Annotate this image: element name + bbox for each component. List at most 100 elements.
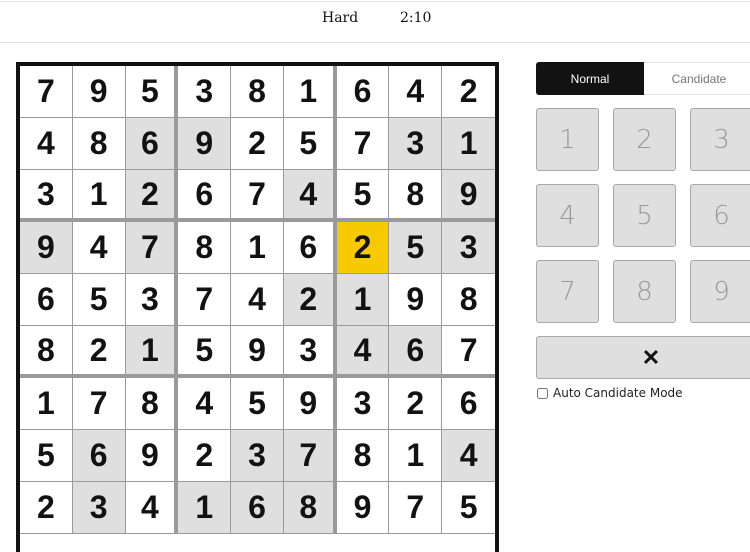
board-cell[interactable]: 8 (72, 118, 126, 170)
keypad-button-9[interactable]: 9 (690, 260, 750, 323)
board-cell[interactable]: 9 (178, 118, 232, 170)
board-cell[interactable]: 3 (336, 378, 390, 430)
board-cell[interactable]: 6 (283, 222, 337, 274)
board-cell[interactable]: 1 (389, 430, 443, 482)
board-cell[interactable]: 8 (231, 66, 284, 118)
board-cell[interactable]: 7 (231, 170, 284, 222)
board-cell[interactable]: 3 (231, 430, 284, 482)
auto-candidate-checkbox[interactable] (537, 387, 548, 399)
board-cell[interactable]: 1 (231, 222, 284, 274)
board-cell[interactable]: 3 (178, 66, 232, 118)
board-cell[interactable]: 6 (20, 274, 73, 326)
board-cell[interactable]: 9 (72, 66, 126, 118)
board-cell[interactable]: 5 (283, 118, 337, 170)
board-cell[interactable]: 3 (283, 326, 337, 378)
board-cell[interactable]: 2 (336, 222, 390, 274)
board-cell[interactable]: 7 (125, 222, 179, 274)
board-cell[interactable]: 8 (178, 222, 232, 274)
board-cell[interactable]: 8 (336, 430, 390, 482)
board-cell[interactable]: 2 (389, 378, 443, 430)
board-cell[interactable]: 9 (20, 222, 73, 274)
board-cell[interactable]: 6 (178, 170, 232, 222)
board-cell[interactable]: 7 (442, 326, 495, 378)
board-cell[interactable]: 2 (72, 326, 126, 378)
keypad-button-5[interactable]: 5 (613, 184, 676, 247)
keypad-button-8[interactable]: 8 (613, 260, 676, 323)
board-cell[interactable]: 5 (442, 482, 495, 534)
board-cell[interactable]: 4 (336, 326, 390, 378)
board-cell[interactable]: 7 (336, 118, 390, 170)
board-cell[interactable]: 1 (72, 170, 126, 222)
timer: 2:10 (400, 10, 432, 26)
board-cell[interactable]: 2 (231, 118, 284, 170)
board-cell[interactable]: 2 (125, 170, 179, 222)
board-cell[interactable]: 4 (283, 170, 337, 222)
board-cell[interactable]: 4 (442, 430, 495, 482)
board-cell[interactable]: 5 (125, 66, 179, 118)
board-cell[interactable]: 4 (231, 274, 284, 326)
board-cell[interactable]: 3 (72, 482, 126, 534)
board-cell[interactable]: 5 (389, 222, 443, 274)
keypad-button-3[interactable]: 3 (690, 108, 750, 171)
board-cell[interactable]: 1 (442, 118, 495, 170)
board-cell[interactable]: 4 (125, 482, 179, 534)
board-cell[interactable]: 1 (283, 66, 337, 118)
board-cell[interactable]: 3 (442, 222, 495, 274)
board-cell[interactable]: 9 (125, 430, 179, 482)
board-cell[interactable]: 9 (442, 170, 495, 222)
keypad-button-2[interactable]: 2 (613, 108, 676, 171)
board-cell[interactable]: 6 (442, 378, 495, 430)
board-cell[interactable]: 9 (231, 326, 284, 378)
board-cell[interactable]: 7 (178, 274, 232, 326)
tab-normal-mode[interactable]: Normal (536, 62, 644, 95)
keypad-button-4[interactable]: 4 (536, 184, 599, 247)
board-cell[interactable]: 9 (283, 378, 337, 430)
keypad-button-6[interactable]: 6 (690, 184, 750, 247)
keypad-button-1[interactable]: 1 (536, 108, 599, 171)
board-cell[interactable]: 8 (125, 378, 179, 430)
board-cell[interactable]: 9 (389, 274, 443, 326)
board-cell[interactable]: 6 (336, 66, 390, 118)
board-cell[interactable]: 5 (72, 274, 126, 326)
board-cell[interactable]: 8 (20, 326, 73, 378)
board-cell[interactable]: 5 (231, 378, 284, 430)
auto-candidate-label: Auto Candidate Mode (553, 386, 683, 400)
close-x-icon: ✕ (641, 344, 661, 370)
board-cell[interactable]: 5 (336, 170, 390, 222)
board-cell[interactable]: 3 (20, 170, 73, 222)
board-cell[interactable]: 3 (125, 274, 179, 326)
board-cell[interactable]: 6 (389, 326, 443, 378)
board-cell[interactable]: 6 (72, 430, 126, 482)
board-cell[interactable]: 5 (20, 430, 73, 482)
auto-candidate-toggle[interactable]: Auto Candidate Mode (536, 386, 750, 400)
board-cell[interactable]: 2 (442, 66, 495, 118)
board-cell[interactable]: 4 (20, 118, 73, 170)
keypad-button-7[interactable]: 7 (536, 260, 599, 323)
board-cell[interactable]: 2 (178, 430, 232, 482)
board-cell[interactable]: 8 (442, 274, 495, 326)
board-cell[interactable]: 2 (283, 274, 337, 326)
board-cell[interactable]: 2 (20, 482, 73, 534)
board-cell[interactable]: 8 (389, 170, 443, 222)
board-cell[interactable]: 1 (20, 378, 73, 430)
erase-button[interactable]: ✕ (536, 336, 750, 379)
board-cell[interactable]: 4 (72, 222, 126, 274)
board-cell[interactable]: 7 (389, 482, 443, 534)
board-cell[interactable]: 7 (72, 378, 126, 430)
board-cell[interactable]: 7 (20, 66, 73, 118)
board-cell[interactable]: 6 (231, 482, 284, 534)
board-cell[interactable]: 1 (336, 274, 390, 326)
board-cell[interactable]: 5 (178, 326, 232, 378)
board-cell[interactable]: 7 (283, 430, 337, 482)
tab-candidate-mode[interactable]: Candidate (644, 62, 750, 95)
board-cell[interactable]: 3 (389, 118, 443, 170)
number-keypad: 123 456 789 (536, 108, 750, 323)
board-cell[interactable]: 6 (125, 118, 179, 170)
board-cell[interactable]: 1 (125, 326, 179, 378)
board-cell[interactable]: 4 (178, 378, 232, 430)
game-header: Hard 2:10 (0, 2, 750, 43)
board-cell[interactable]: 4 (389, 66, 443, 118)
board-cell[interactable]: 1 (178, 482, 232, 534)
board-cell[interactable]: 9 (336, 482, 390, 534)
board-cell[interactable]: 8 (283, 482, 337, 534)
